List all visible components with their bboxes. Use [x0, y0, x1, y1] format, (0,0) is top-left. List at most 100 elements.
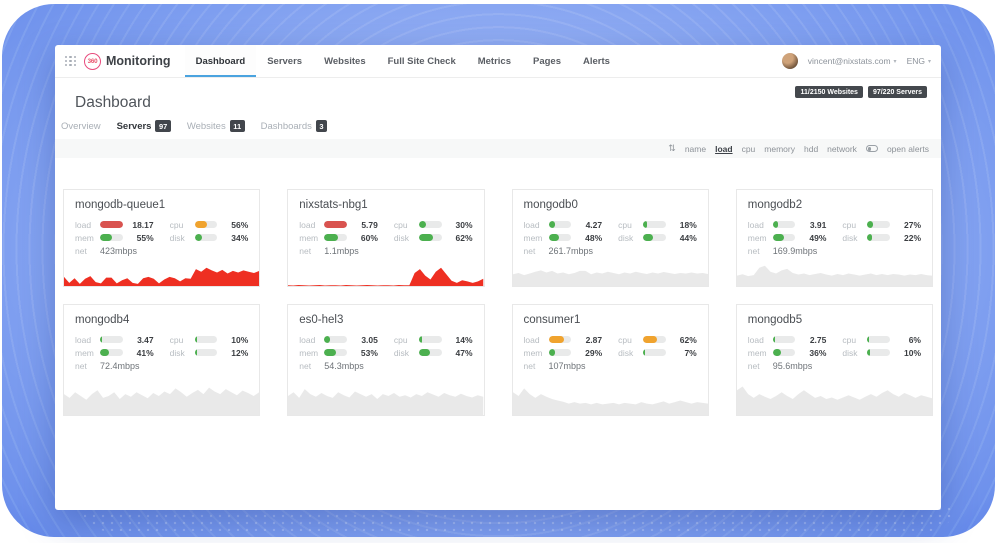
disk-value: 34%	[222, 233, 248, 243]
mem-value: 60%	[352, 233, 378, 243]
mem-value: 49%	[800, 233, 826, 243]
tab-overview[interactable]: Overview	[61, 121, 101, 132]
nav-item-websites[interactable]: Websites	[313, 45, 377, 77]
nav-item-servers[interactable]: Servers	[256, 45, 313, 77]
cpu-label: cpu	[618, 335, 638, 345]
server-card-consumer1[interactable]: consumer1 load 2.87 mem 29% net 107mbps	[512, 304, 709, 416]
top-navbar: 360 Monitoring DashboardServersWebsitesF…	[55, 45, 941, 78]
load-label: load	[299, 335, 319, 345]
mem-bar	[549, 234, 572, 241]
net-label: net	[524, 246, 544, 256]
sort-option-cpu[interactable]: cpu	[742, 144, 756, 154]
summary-badge[interactable]: 97/220 Servers	[868, 86, 927, 98]
nav-item-alerts[interactable]: Alerts	[572, 45, 621, 77]
language-label: ENG	[907, 56, 925, 66]
sort-option-hdd[interactable]: hdd	[804, 144, 818, 154]
nav-item-full-site-check[interactable]: Full Site Check	[377, 45, 467, 77]
network-sparkline	[288, 377, 483, 415]
load-bar	[773, 221, 796, 228]
server-card-mongodb5[interactable]: mongodb5 load 2.75 mem 36% net 95.6mbps	[736, 304, 933, 416]
server-card-nixstats-nbg1[interactable]: nixstats-nbg1 load 5.79 mem 60% net 1.1m…	[287, 189, 484, 287]
server-metrics: load 18.17 mem 55% net 423mbps cpu	[64, 218, 259, 257]
network-sparkline	[513, 377, 708, 415]
cpu-label: cpu	[842, 220, 862, 230]
server-metrics: load 3.05 mem 53% net 54.3mbps cpu	[288, 333, 483, 372]
server-metrics: load 4.27 mem 48% net 261.7mbps cpu	[513, 218, 708, 257]
mem-label: mem	[299, 348, 319, 358]
nav-item-pages[interactable]: Pages	[522, 45, 572, 77]
sort-option-name[interactable]: name	[685, 144, 706, 154]
server-name[interactable]: mongodb5	[737, 305, 932, 333]
tab-websites[interactable]: Websites11	[187, 120, 245, 132]
mem-label: mem	[524, 348, 544, 358]
server-name[interactable]: consumer1	[513, 305, 708, 333]
mem-label: mem	[748, 348, 768, 358]
cpu-value: 6%	[895, 335, 921, 345]
mem-label: mem	[299, 233, 319, 243]
tab-label: Websites	[187, 121, 226, 132]
tab-servers[interactable]: Servers97	[117, 120, 171, 132]
mem-label: mem	[75, 233, 95, 243]
load-value: 3.05	[352, 335, 378, 345]
disk-value: 44%	[671, 233, 697, 243]
server-name[interactable]: es0-hel3	[288, 305, 483, 333]
server-card-es0-hel3[interactable]: es0-hel3 load 3.05 mem 53% net 54.3mbps	[287, 304, 484, 416]
mem-label: mem	[524, 233, 544, 243]
disk-value: 47%	[447, 348, 473, 358]
disk-bar	[643, 349, 666, 356]
server-name[interactable]: mongodb2	[737, 190, 932, 218]
sort-option-memory[interactable]: memory	[764, 144, 795, 154]
open-alerts-toggle-icon[interactable]	[866, 145, 878, 152]
disk-bar	[195, 234, 218, 241]
load-value: 2.75	[800, 335, 826, 345]
net-label: net	[748, 361, 768, 371]
network-sparkline	[64, 260, 259, 286]
dashboard-tabs: Overview Servers97 Websites11 Dashboards3	[55, 116, 941, 139]
summary-badge[interactable]: 11/2150 Websites	[795, 86, 862, 98]
net-value: 169.9mbps	[773, 246, 818, 256]
server-card-mongodb2[interactable]: mongodb2 load 3.91 mem 49% net 169.9mbps	[736, 189, 933, 287]
disk-label: disk	[170, 348, 190, 358]
tab-dashboards[interactable]: Dashboards3	[261, 120, 327, 132]
server-card-mongodb4[interactable]: mongodb4 load 3.47 mem 41% net 72.4mbps	[63, 304, 260, 416]
logo-360-icon: 360	[84, 53, 101, 70]
load-label: load	[524, 335, 544, 345]
mem-bar	[324, 349, 347, 356]
server-card-mongodb0[interactable]: mongodb0 load 4.27 mem 48% net 261.7mbps	[512, 189, 709, 287]
logo[interactable]: 360 Monitoring	[84, 53, 171, 70]
user-menu[interactable]: vincent@nixstats.com ▾	[808, 56, 897, 66]
server-name[interactable]: mongodb0	[513, 190, 708, 218]
cpu-value: 18%	[671, 220, 697, 230]
sort-option-load[interactable]: load	[715, 144, 732, 154]
summary-badges: 11/2150 Websites 97/220 Servers	[795, 86, 927, 98]
sort-option-network[interactable]: network	[827, 144, 857, 154]
language-selector[interactable]: ENG ▾	[907, 56, 931, 66]
chevron-down-icon: ▾	[928, 58, 931, 65]
net-value: 261.7mbps	[549, 246, 594, 256]
server-name[interactable]: nixstats-nbg1	[288, 190, 483, 218]
user-avatar[interactable]	[782, 53, 798, 69]
cpu-value: 10%	[222, 335, 248, 345]
cpu-label: cpu	[394, 335, 414, 345]
server-card-mongodb-queue1[interactable]: mongodb-queue1 load 18.17 mem 55% net 42…	[63, 189, 260, 287]
network-sparkline	[737, 260, 932, 286]
cpu-label: cpu	[842, 335, 862, 345]
cpu-label: cpu	[618, 220, 638, 230]
server-name[interactable]: mongodb4	[64, 305, 259, 333]
server-name[interactable]: mongodb-queue1	[64, 190, 259, 218]
load-value: 18.17	[128, 220, 154, 230]
logo-text: Monitoring	[106, 54, 171, 68]
nav-item-dashboard[interactable]: Dashboard	[185, 45, 257, 77]
net-value: 95.6mbps	[773, 361, 813, 371]
cpu-bar	[867, 221, 890, 228]
load-label: load	[75, 335, 95, 345]
open-alerts-label[interactable]: open alerts	[887, 144, 929, 154]
tab-count-badge: 97	[155, 120, 170, 132]
page-header: Dashboard 11/2150 Websites97/220 Servers	[55, 78, 941, 116]
nav-item-metrics[interactable]: Metrics	[467, 45, 522, 77]
app-grid-icon[interactable]	[65, 56, 76, 67]
disk-bar	[419, 349, 442, 356]
disk-label: disk	[842, 233, 862, 243]
server-metrics: load 5.79 mem 60% net 1.1mbps cpu	[288, 218, 483, 257]
load-value: 4.27	[576, 220, 602, 230]
